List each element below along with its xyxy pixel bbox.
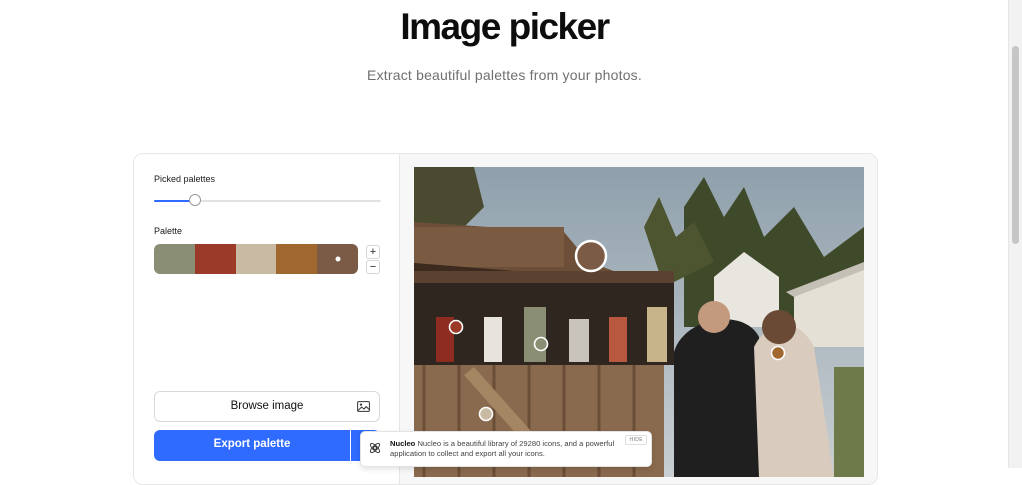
toast-brand: Nucleo <box>390 439 416 448</box>
browse-image-button[interactable]: Browse image <box>154 391 380 422</box>
palette-swatch[interactable] <box>194 244 236 274</box>
picked-palettes-slider[interactable] <box>154 194 381 206</box>
selected-swatch-dot <box>335 256 341 262</box>
nucleo-promo-toast: Nucleo Nucleo is a beautiful library of … <box>360 431 652 467</box>
toast-text: Nucleo Nucleo is a beautiful library of … <box>390 439 618 459</box>
slider-thumb[interactable] <box>189 194 201 206</box>
scrollbar-thumb[interactable] <box>1012 46 1019 244</box>
export-palette-button[interactable]: Export palette <box>154 430 350 461</box>
decrease-swatches-button[interactable]: − <box>366 260 380 274</box>
page-subtitle: Extract beautiful palettes from your pho… <box>367 67 642 83</box>
palette-swatch[interactable] <box>154 244 195 274</box>
toast-hide-button[interactable]: HIDE <box>625 435 647 445</box>
browse-image-label: Browse image <box>230 400 304 412</box>
palette-swatches <box>154 244 358 274</box>
palette-swatch[interactable] <box>276 244 318 274</box>
palette-swatch[interactable] <box>235 244 277 274</box>
toast-message: Nucleo is a beautiful library of 29280 i… <box>390 439 615 458</box>
page-scrollbar[interactable] <box>1008 0 1022 468</box>
slider-fill <box>154 200 191 202</box>
palette-swatch[interactable] <box>317 244 358 274</box>
image-icon <box>357 401 370 412</box>
export-palette-label: Export palette <box>213 438 291 450</box>
nucleo-logo-icon <box>369 442 381 454</box>
palette-label: Palette <box>154 226 183 236</box>
picked-palettes-label: Picked palettes <box>154 174 216 184</box>
page-title: Image picker <box>400 6 610 47</box>
increase-swatches-button[interactable]: + <box>366 245 380 259</box>
